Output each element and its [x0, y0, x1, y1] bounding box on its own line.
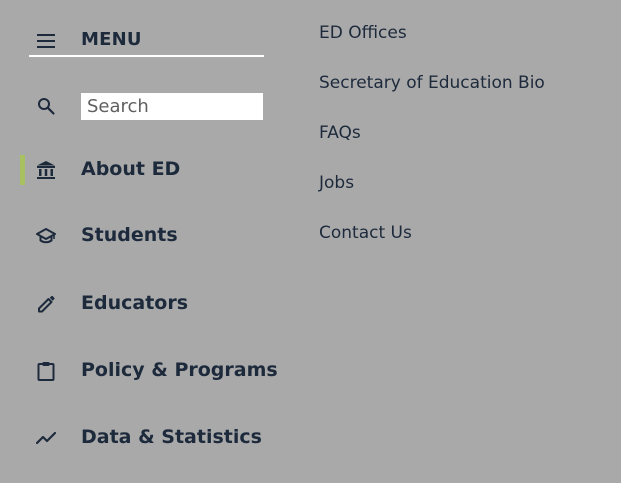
nav-item-label: Data & Statistics [81, 426, 262, 448]
nav-item-label: Educators [81, 292, 189, 314]
submenu-link-faqs[interactable]: FAQs [319, 123, 361, 143]
nav-item-label: Students [81, 224, 178, 246]
submenu-item: Secretary of Education Bio [319, 70, 609, 120]
nav-item-policy-programs[interactable]: Policy & Programs [20, 354, 280, 388]
graduation-cap-icon [36, 226, 56, 246]
nav-item-label: About ED [81, 158, 181, 180]
active-indicator [20, 155, 25, 185]
menu-panel: MENU Search About ED Students Educators … [0, 0, 290, 483]
clipboard-icon [36, 361, 56, 381]
nav-item-students[interactable]: Students [20, 219, 280, 253]
nav-item-about-ed[interactable]: About ED [20, 153, 280, 187]
submenu-item: ED Offices [319, 20, 609, 70]
nav-item-data-statistics[interactable]: Data & Statistics [20, 421, 280, 455]
building-columns-icon [36, 160, 56, 180]
submenu-link-ed-offices[interactable]: ED Offices [319, 23, 407, 43]
nav-item-label: Policy & Programs [81, 359, 278, 381]
main-nav: About ED Students Educators Policy & Pro… [0, 0, 290, 483]
submenu-link-jobs[interactable]: Jobs [319, 173, 354, 193]
about-ed-submenu: ED Offices Secretary of Education Bio FA… [319, 20, 609, 270]
submenu-item: Contact Us [319, 220, 609, 270]
nav-item-educators[interactable]: Educators [20, 287, 280, 321]
page: MENU Search About ED Students Educators … [0, 0, 621, 483]
submenu-link-secretary-bio[interactable]: Secretary of Education Bio [319, 73, 545, 93]
pencil-icon [36, 294, 56, 314]
trend-line-icon [36, 428, 56, 448]
submenu-item: Jobs [319, 170, 609, 220]
submenu-link-contact-us[interactable]: Contact Us [319, 223, 412, 243]
submenu-item: FAQs [319, 120, 609, 170]
